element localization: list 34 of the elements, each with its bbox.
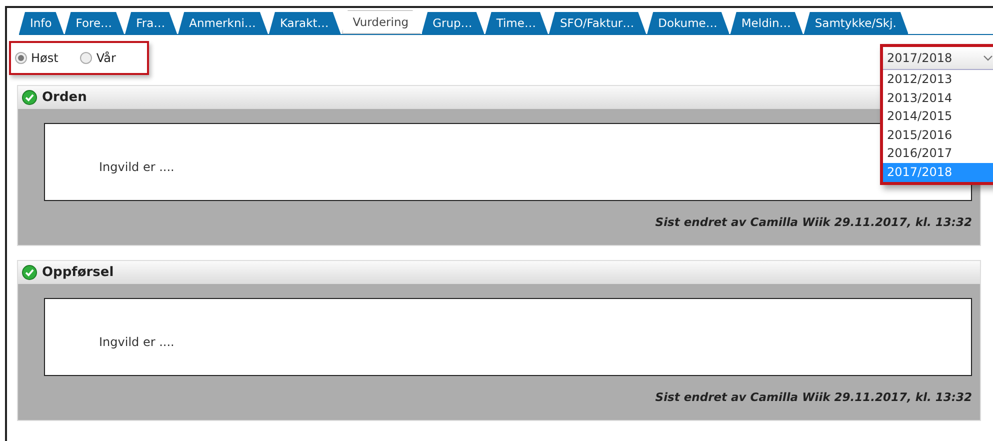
tab[interactable]: Samtykke/Skj. [804,12,908,34]
text-area[interactable]: Ingvild er .... [44,298,972,376]
select-value: 2017/2018 [887,51,952,65]
tab[interactable]: Vurdering [342,10,421,34]
tab[interactable]: Fore… [64,12,124,34]
section-title: Orden [42,90,87,105]
year-option[interactable]: 2013/2014 [883,88,993,108]
check-icon [22,90,37,105]
tab[interactable]: SFO/Faktur… [548,12,646,34]
radio-icon[interactable] [15,52,27,64]
tab[interactable]: Dokume… [647,12,730,34]
chevron-down-icon [983,55,993,61]
last-modified-note: Sist endret av Camilla Wiik 29.11.2017, kl. 13:32 [654,214,972,231]
check-icon [22,265,37,280]
radio-label: Vår [96,51,116,65]
year-option[interactable]: 2014/2015 [883,107,993,126]
tab[interactable]: Anmerkni… [178,12,268,34]
tab[interactable]: Meldin… [730,12,803,34]
radio-option[interactable]: Høst [15,51,58,65]
year-option[interactable]: 2017/2018 [883,162,993,182]
tab[interactable]: Grup… [422,12,484,34]
tab[interactable]: Karakt… [268,12,341,34]
radio-label: Høst [31,51,58,65]
tab[interactable]: Fra… [125,12,178,34]
radio-icon[interactable] [80,52,92,64]
assessment-text: Ingvild er .... [99,335,174,349]
radio-option[interactable]: Vår [80,51,116,65]
year-option[interactable]: 2012/2013 [883,70,993,89]
tab[interactable]: Time… [485,12,548,34]
tab[interactable]: Info [19,12,64,34]
year-select[interactable]: 2017/2018 [883,47,993,70]
section-title: Oppførsel [42,265,114,280]
last-modified-note: Sist endret av Camilla Wiik 29.11.2017, kl. 13:32 [654,389,972,406]
assessment-text: Ingvild er .... [99,160,174,174]
